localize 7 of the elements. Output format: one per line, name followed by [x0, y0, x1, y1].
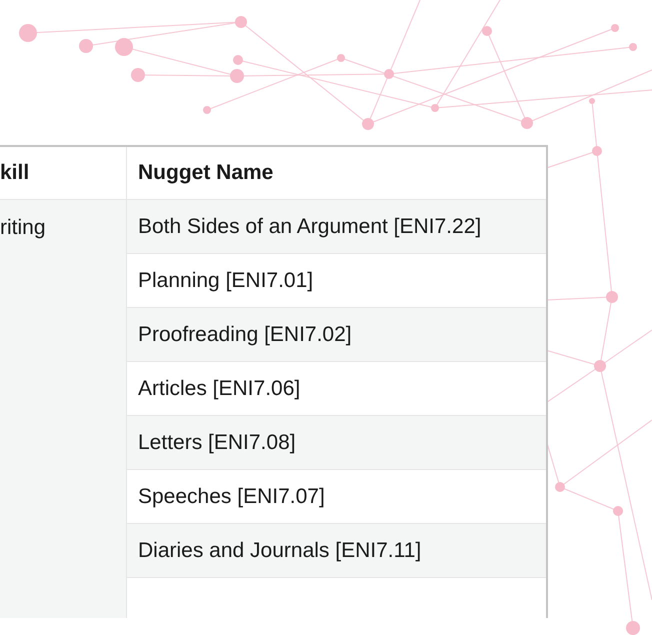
table-cell: Both Sides of an Argument [ENI7.22]	[127, 200, 546, 254]
table-cell: Letters [ENI7.08]	[127, 416, 546, 470]
table-cell: Diaries and Journals [ENI7.11]	[127, 524, 546, 578]
table-cell: riting	[0, 200, 127, 618]
table-cell: Proofreading [ENI7.02]	[127, 308, 546, 362]
column-header: Nugget Name	[137, 160, 274, 186]
column-header: kill	[0, 147, 127, 199]
